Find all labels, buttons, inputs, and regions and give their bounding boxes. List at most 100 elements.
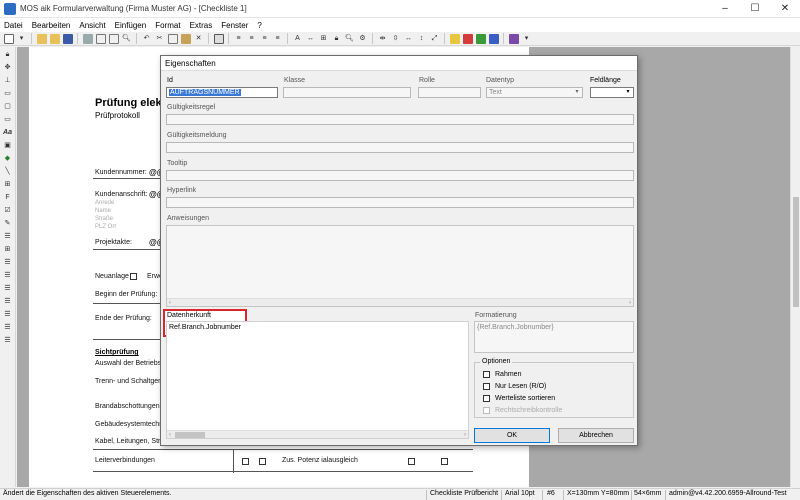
print-preview-icon[interactable]: [95, 33, 106, 44]
menu-ansicht[interactable]: Ansicht: [79, 21, 105, 30]
align-right-icon[interactable]: ≡: [260, 34, 270, 44]
list8-tool-icon[interactable]: ☰: [3, 336, 13, 346]
werteliste-option[interactable]: Werteliste sortieren: [483, 395, 555, 402]
new-document-icon[interactable]: [3, 33, 14, 44]
properties-icon[interactable]: [213, 33, 224, 44]
gueltigkeitsmeldung-input[interactable]: [166, 142, 634, 153]
menu-einfuegen[interactable]: Einfügen: [115, 21, 147, 30]
maximize-button[interactable]: ☐: [740, 0, 770, 18]
scrollbar-thumb[interactable]: [793, 197, 799, 307]
list-tool-icon[interactable]: ☰: [3, 232, 13, 242]
paste-icon[interactable]: [180, 33, 191, 44]
list4-tool-icon[interactable]: ☰: [3, 284, 13, 294]
copy-icon[interactable]: [167, 33, 178, 44]
id-input[interactable]: AUFTRAGSNUMMER: [166, 87, 278, 98]
same-height-icon[interactable]: ↕: [417, 34, 427, 44]
menu-extras[interactable]: Extras: [190, 21, 213, 30]
scroll-right-icon[interactable]: ›: [464, 431, 466, 439]
rahmen-option[interactable]: Rahmen: [483, 371, 521, 378]
delete-icon[interactable]: ✕: [194, 34, 204, 44]
menu-fenster[interactable]: Fenster: [221, 21, 248, 30]
checkbox-tool-icon[interactable]: ☑: [3, 206, 13, 216]
shape-tool-icon[interactable]: ◆: [3, 154, 13, 164]
tools-icon[interactable]: ⚙: [358, 34, 368, 44]
spacing-icon[interactable]: ↔: [306, 34, 316, 44]
neuanlage-checkbox[interactable]: [130, 273, 137, 280]
user-blue-icon[interactable]: [488, 33, 499, 44]
list7-tool-icon[interactable]: ☰: [3, 323, 13, 333]
grid-tool-icon[interactable]: ⊞: [3, 245, 13, 255]
line-draw-icon[interactable]: ╲: [3, 167, 13, 177]
zus-potenz-checkbox-2[interactable]: [441, 458, 448, 465]
klasse-input[interactable]: [283, 87, 411, 98]
frame-tool-icon[interactable]: ▢: [3, 102, 13, 112]
cut-icon[interactable]: ✂: [155, 34, 165, 44]
zoom-icon[interactable]: 🔍︎: [122, 34, 132, 44]
save-icon[interactable]: [62, 33, 73, 44]
cancel-button[interactable]: Abbrechen: [558, 428, 634, 443]
werteliste-checkbox[interactable]: [483, 395, 490, 402]
nur-lesen-checkbox[interactable]: [483, 383, 490, 390]
vertical-scrollbar[interactable]: [790, 47, 800, 487]
move-icon[interactable]: ✥: [3, 63, 13, 73]
menu-format[interactable]: Format: [155, 21, 180, 30]
zus-potenz-checkbox-1[interactable]: [408, 458, 415, 465]
list2-tool-icon[interactable]: ☰: [3, 258, 13, 268]
scroll-left-icon[interactable]: ‹: [169, 431, 171, 439]
open-folder-icon[interactable]: [36, 33, 47, 44]
tooltip-input[interactable]: [166, 170, 634, 181]
scrollbar-thumb[interactable]: [175, 432, 205, 438]
datenherkunft-hscroll[interactable]: ‹ ›: [167, 430, 468, 438]
dropdown-arrow-icon[interactable]: ▾: [522, 34, 532, 44]
anweisungen-textarea[interactable]: ‹ ›: [166, 225, 634, 307]
leiterverbindungen-checkbox-2[interactable]: [259, 458, 266, 465]
justify-icon[interactable]: ≡: [273, 34, 283, 44]
grid-icon[interactable]: ⊞: [319, 34, 329, 44]
ok-button[interactable]: OK: [474, 428, 550, 443]
text-size-icon[interactable]: A: [293, 34, 303, 44]
scroll-right-icon[interactable]: ›: [629, 299, 631, 307]
scroll-left-icon[interactable]: ‹: [169, 299, 171, 307]
close-button[interactable]: ✕: [770, 0, 800, 18]
gueltigkeitsregel-input[interactable]: [166, 114, 634, 125]
users-icon[interactable]: [508, 33, 519, 44]
menu-help[interactable]: ?: [257, 21, 261, 30]
distribute-h-icon[interactable]: ⇹: [378, 34, 388, 44]
align-center-icon[interactable]: ≡: [247, 34, 257, 44]
formatierung-textarea[interactable]: {Ref.Branch.Jobnumber}: [474, 321, 634, 353]
datentyp-select[interactable]: Text ▾: [486, 87, 583, 98]
nur-lesen-option[interactable]: Nur Lesen (R/O): [483, 383, 546, 390]
align-left-icon[interactable]: ≡: [234, 34, 244, 44]
rolle-input[interactable]: [418, 87, 481, 98]
menu-datei[interactable]: Datei: [4, 21, 23, 30]
rahmen-checkbox[interactable]: [483, 371, 490, 378]
signature-tool-icon[interactable]: ✎: [3, 219, 13, 229]
undo-icon[interactable]: ↶: [142, 34, 152, 44]
leiterverbindungen-checkbox-1[interactable]: [242, 458, 249, 465]
open-icon[interactable]: [49, 33, 60, 44]
page-icon[interactable]: [108, 33, 119, 44]
lock-icon[interactable]: 🔒︎: [332, 34, 342, 44]
list5-tool-icon[interactable]: ☰: [3, 297, 13, 307]
field-tool-icon[interactable]: ▭: [3, 115, 13, 125]
line-tool-icon[interactable]: ⊥: [3, 76, 13, 86]
same-width-icon[interactable]: ↔: [404, 34, 414, 44]
dropdown-arrow-icon[interactable]: ▾: [17, 34, 27, 44]
datenherkunft-textarea[interactable]: Ref.Branch.Jobnumber ‹ ›: [166, 321, 469, 439]
print-icon[interactable]: [82, 33, 93, 44]
find-icon[interactable]: 🔍︎: [345, 34, 355, 44]
image-tool-icon[interactable]: ▣: [3, 141, 13, 151]
user-red-icon[interactable]: [462, 33, 473, 44]
text-tool-icon[interactable]: Aa: [3, 128, 13, 138]
list6-tool-icon[interactable]: ☰: [3, 310, 13, 320]
minimize-button[interactable]: –: [710, 0, 740, 18]
lock-yellow-icon[interactable]: [449, 33, 460, 44]
feldlaenge-select[interactable]: ▾: [590, 87, 634, 98]
list3-tool-icon[interactable]: ☰: [3, 271, 13, 281]
same-size-icon[interactable]: ⤢: [430, 34, 440, 44]
user-green-icon[interactable]: [475, 33, 486, 44]
menu-bearbeiten[interactable]: Bearbeiten: [32, 21, 71, 30]
hyperlink-input[interactable]: [166, 197, 634, 208]
table-tool-icon[interactable]: ⊞: [3, 180, 13, 190]
anweisungen-hscroll[interactable]: ‹ ›: [167, 298, 633, 306]
